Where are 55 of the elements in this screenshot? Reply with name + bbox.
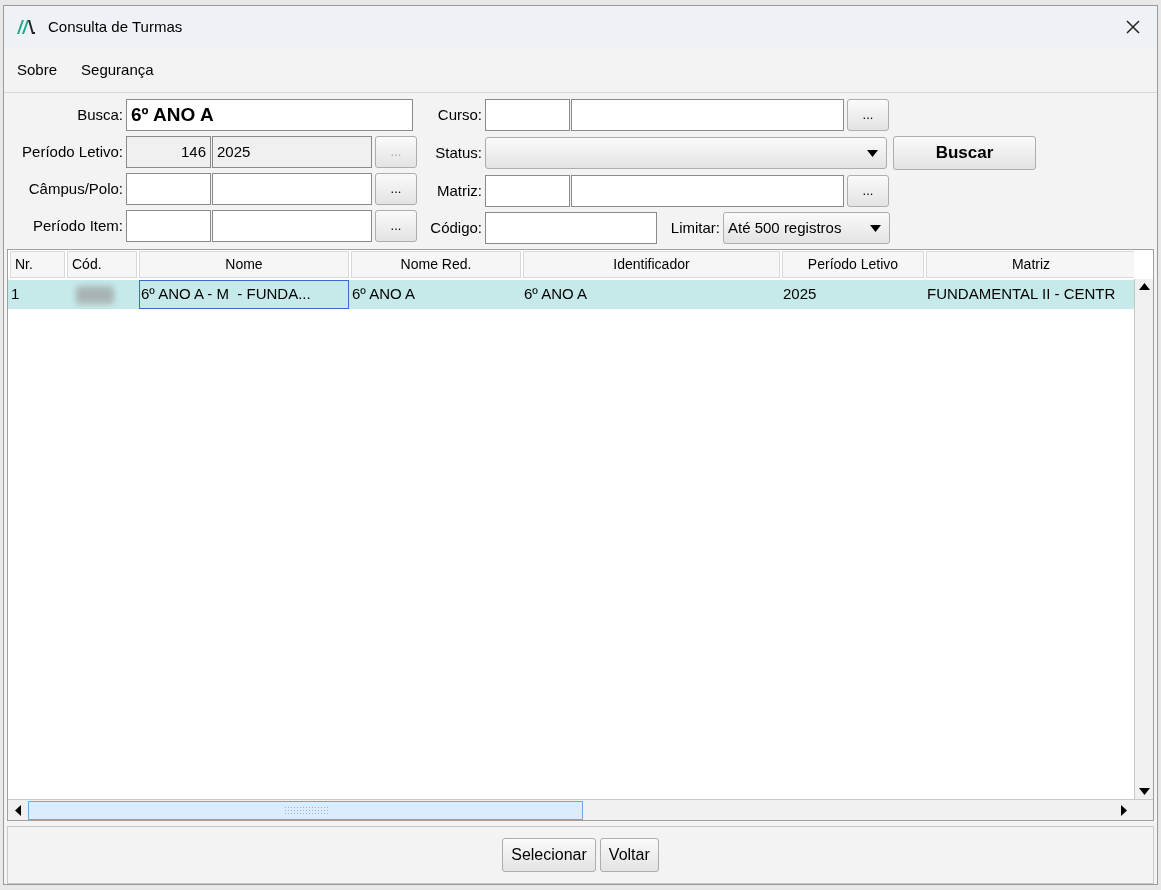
- app-logo-icon: [16, 19, 36, 35]
- input-field[interactable]: [212, 173, 372, 205]
- field-label: Período Letivo:: [21, 141, 123, 162]
- column-header[interactable]: Nome: [139, 251, 349, 278]
- action-button[interactable]: Selecionar: [502, 838, 596, 873]
- field-label: Limitar:: [669, 217, 720, 238]
- menu-item[interactable]: Segurança: [81, 58, 154, 82]
- scrollbar-thumb[interactable]: [28, 800, 583, 820]
- field-label: Código:: [429, 217, 482, 238]
- input-field[interactable]: [485, 212, 657, 244]
- action-button[interactable]: Voltar: [599, 838, 659, 873]
- field-label: Busca:: [76, 104, 123, 125]
- input-field[interactable]: [485, 175, 570, 207]
- browse-button[interactable]: ...: [847, 99, 889, 131]
- column-header[interactable]: Matriz: [926, 251, 1134, 278]
- browse-button[interactable]: ...: [375, 210, 417, 242]
- table-row[interactable]: 1 6º ANO A - M - FUNDA... 6º ANO A 6º ANO A 2025 FUNDAMENTAL II - CENTR: [8, 280, 1134, 309]
- close-icon[interactable]: [1125, 19, 1141, 35]
- table-cell-text: 1: [11, 284, 20, 305]
- search-button[interactable]: Buscar: [893, 136, 1036, 170]
- input-field[interactable]: [571, 99, 844, 131]
- horizontal-scrollbar[interactable]: [8, 799, 1153, 821]
- blurred-value: [76, 285, 114, 304]
- browse-button[interactable]: ...: [375, 173, 417, 205]
- caret-icon: [867, 149, 878, 157]
- vertical-scrollbar[interactable]: [1134, 279, 1153, 800]
- input-field[interactable]: [126, 210, 211, 242]
- input-field[interactable]: [571, 175, 844, 207]
- field-label: Curso:: [436, 104, 482, 125]
- menu-item[interactable]: Sobre: [17, 58, 58, 82]
- input-field[interactable]: [212, 210, 372, 242]
- table-cell-text: 6º ANO A: [524, 284, 587, 305]
- browse-button[interactable]: ...: [847, 175, 889, 207]
- column-header[interactable]: Nome Red.: [351, 251, 521, 278]
- field-label: Status:: [434, 142, 482, 163]
- column-header[interactable]: Cód.: [67, 251, 137, 278]
- column-header[interactable]: Identificador: [523, 251, 780, 278]
- table-cell-text: 2025: [783, 284, 817, 305]
- caret-icon: [870, 224, 881, 232]
- table-cell-text: 6º ANO A: [352, 284, 415, 305]
- input-field[interactable]: [126, 173, 211, 205]
- table-cell-text: 6º ANO A - M - FUNDA...: [141, 284, 311, 305]
- column-header[interactable]: Nr.: [10, 251, 65, 278]
- scroll-down-icon[interactable]: [1138, 788, 1150, 796]
- dropdown[interactable]: Até 500 registros: [723, 212, 890, 244]
- window-title: Consulta de Turmas: [48, 16, 183, 37]
- input-field[interactable]: [485, 99, 570, 131]
- field-label: Matriz:: [436, 180, 482, 201]
- field-label: Câmpus/Polo:: [27, 178, 123, 199]
- dropdown[interactable]: [485, 137, 887, 169]
- field-label: Período Item:: [31, 215, 123, 236]
- search-field[interactable]: 6º ANO A: [126, 99, 413, 131]
- table-cell-text: FUNDAMENTAL II - CENTR: [927, 284, 1116, 305]
- column-header[interactable]: Período Letivo: [782, 251, 924, 278]
- scroll-up-icon[interactable]: [1138, 283, 1150, 290]
